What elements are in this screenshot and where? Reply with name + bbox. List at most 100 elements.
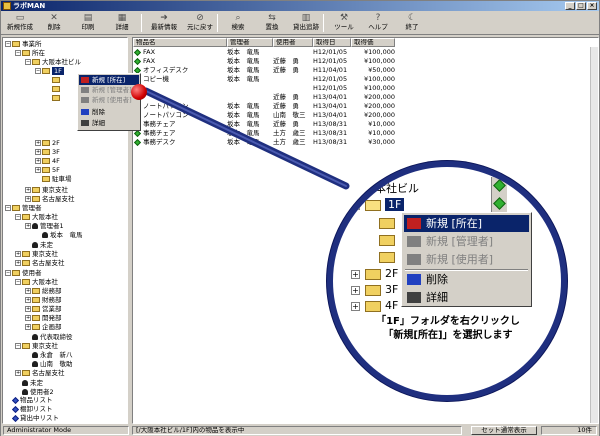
tree-node[interactable]: + 東京支社: [15, 250, 58, 258]
expand-icon[interactable]: +: [25, 288, 31, 294]
tree-node[interactable]: + 名古屋支社: [15, 369, 65, 377]
tree-node[interactable]: + 開発部: [25, 314, 62, 322]
expand-icon[interactable]: +: [15, 260, 21, 266]
column-header[interactable]: 取得日: [313, 38, 351, 47]
column-header[interactable]: 物品名: [133, 38, 227, 47]
cell-user: [273, 84, 313, 92]
expand-icon[interactable]: +: [25, 315, 31, 321]
expand-icon[interactable]: +: [35, 140, 41, 146]
close-button[interactable]: ×: [587, 2, 597, 10]
toolbar-button-11[interactable]: ☾ 終了: [395, 12, 429, 34]
tree-node[interactable]: 貸出中リスト: [5, 414, 59, 422]
tree-node[interactable]: [45, 94, 62, 102]
column-header[interactable]: 管理者: [227, 38, 273, 47]
tree-node[interactable]: 永倉 新八: [25, 351, 73, 359]
tree-node[interactable]: +3F: [35, 148, 60, 156]
tree-node[interactable]: 代表取締役: [25, 333, 73, 341]
tree-node[interactable]: − 大阪本社: [15, 213, 58, 221]
minimize-button[interactable]: _: [565, 2, 575, 10]
tree-node[interactable]: +5F: [35, 166, 60, 174]
collapse-icon[interactable]: −: [15, 214, 21, 220]
toolbar-button-5[interactable]: ⊘ 元に戻す: [183, 12, 217, 34]
tree-node[interactable]: − 大阪本社: [15, 278, 58, 286]
table-row[interactable]: FAX 坂本 竜馬 H12/01/05 ¥100,000: [133, 48, 598, 56]
tree-node[interactable]: − 所在: [15, 49, 45, 57]
tree-node[interactable]: + 総務部: [25, 287, 62, 295]
table-row[interactable]: コピー機 坂本 竜馬 H12/01/05 ¥100,000: [133, 75, 598, 83]
expand-icon[interactable]: +: [35, 149, 41, 155]
tree-node[interactable]: − 東京支社: [15, 342, 58, 350]
tree-node[interactable]: 未定: [25, 241, 53, 249]
toolbar-button-4[interactable]: ➜ 最新情報: [147, 12, 181, 34]
tree-node[interactable]: + 管理者1: [25, 222, 64, 230]
table-row[interactable]: 事務チェア 坂本 竜馬 土方 歳三 H13/08/31 ¥10,000: [133, 129, 598, 137]
tree-node[interactable]: − 事業所: [5, 40, 42, 48]
table-row[interactable]: FAX 坂本 竜馬 近藤 勇 H12/01/05 ¥100,000: [133, 57, 598, 65]
toolbar-button-6[interactable]: ⌕ 検索: [221, 12, 255, 34]
tree-node[interactable]: 坂本 竜馬: [35, 231, 83, 239]
collapse-icon[interactable]: −: [5, 41, 11, 47]
expand-icon[interactable]: +: [25, 223, 31, 229]
maximize-button[interactable]: □: [576, 2, 586, 10]
collapse-icon[interactable]: −: [5, 205, 11, 211]
expand-icon[interactable]: +: [35, 167, 41, 173]
expand-icon[interactable]: +: [25, 196, 31, 202]
tree-node[interactable]: 棚卸リスト: [5, 405, 53, 413]
context-menu-item[interactable]: 新規 [所在]: [79, 75, 139, 85]
expand-icon[interactable]: +: [25, 324, 31, 330]
collapse-icon[interactable]: −: [15, 279, 21, 285]
toolbar-button-0[interactable]: ▭ 新規作成: [3, 12, 37, 34]
tree-node[interactable]: + 名古屋支社: [15, 259, 65, 267]
tree-node[interactable]: + 財務部: [25, 296, 62, 304]
tree-node[interactable]: + 東京支社: [25, 186, 68, 194]
reset-view-button[interactable]: セット通常表示: [471, 426, 537, 435]
tree-node[interactable]: + 名古屋支社: [25, 195, 75, 203]
tree-node[interactable]: − 使用者: [5, 269, 42, 277]
column-header[interactable]: 取得価: [351, 38, 395, 47]
toolbar-button-1[interactable]: ✕ 削除: [37, 12, 71, 34]
expand-icon[interactable]: +: [25, 306, 31, 312]
tree-node[interactable]: − 1F: [35, 67, 64, 75]
table-row[interactable]: ノートパソコン 坂本 竜馬 山南 敬三 H13/04/01 ¥200,000: [133, 111, 598, 119]
table-row[interactable]: 事務デスク 坂本 竜馬 土方 歳三 H13/08/31 ¥30,000: [133, 138, 598, 146]
toolbar-button-2[interactable]: ▤ 印刷: [71, 12, 105, 34]
expand-icon[interactable]: +: [35, 158, 41, 164]
tree-node[interactable]: +2F: [35, 139, 60, 147]
table-row[interactable]: 近藤 勇 H13/04/01 ¥200,000: [133, 93, 598, 101]
context-menu-item[interactable]: 詳細: [79, 118, 139, 128]
tree-node[interactable]: 山南 敬助: [25, 360, 73, 368]
collapse-icon[interactable]: −: [15, 343, 21, 349]
tree-node[interactable]: [45, 76, 62, 84]
expand-icon[interactable]: +: [25, 187, 31, 193]
expand-icon[interactable]: +: [15, 370, 21, 376]
toolbar-button-3[interactable]: ▦ 詳細: [105, 12, 139, 34]
toolbar-button-10[interactable]: ? ヘルプ: [361, 12, 395, 34]
tree-node[interactable]: − 管理者: [5, 204, 42, 212]
collapse-icon[interactable]: −: [15, 50, 21, 56]
toolbar-button-9[interactable]: ⚒ ツール: [327, 12, 361, 34]
tree-node[interactable]: +4F: [35, 157, 60, 165]
tree-node[interactable]: 未定: [15, 379, 43, 387]
collapse-icon[interactable]: −: [25, 59, 31, 65]
collapse-icon[interactable]: −: [5, 270, 11, 276]
tree-node[interactable]: − 大阪本社ビル: [25, 58, 81, 66]
tree-node[interactable]: 物品リスト: [5, 396, 53, 404]
table-row[interactable]: H12/01/05 ¥100,000: [133, 84, 598, 92]
tree-node[interactable]: + 営業部: [25, 305, 62, 313]
table-row[interactable]: オフィスデスク 坂本 竜馬 近藤 勇 H11/04/01 ¥50,000: [133, 66, 598, 74]
tree-node[interactable]: 駐車場: [35, 175, 72, 183]
tree-node[interactable]: 使用者2: [15, 388, 54, 396]
tree-node[interactable]: + 企画部: [25, 323, 62, 331]
context-menu-item[interactable]: 削除: [79, 107, 139, 117]
expand-icon[interactable]: +: [15, 251, 21, 257]
folder-icon: [52, 86, 60, 92]
list-scrollbar[interactable]: [590, 47, 598, 423]
table-row[interactable]: 事務チェア 坂本 竜馬 近藤 勇 H13/08/31 ¥10,000: [133, 120, 598, 128]
tree-node[interactable]: [45, 85, 62, 93]
table-row[interactable]: ノートパソコン 坂本 竜馬 近藤 勇 H13/04/01 ¥200,000: [133, 102, 598, 110]
column-header[interactable]: 使用者: [273, 38, 313, 47]
toolbar-button-7[interactable]: ⇆ 置換: [255, 12, 289, 34]
toolbar-button-8[interactable]: ▥ 貸出追跡: [289, 12, 323, 34]
expand-icon[interactable]: +: [25, 297, 31, 303]
collapse-icon[interactable]: −: [35, 68, 41, 74]
